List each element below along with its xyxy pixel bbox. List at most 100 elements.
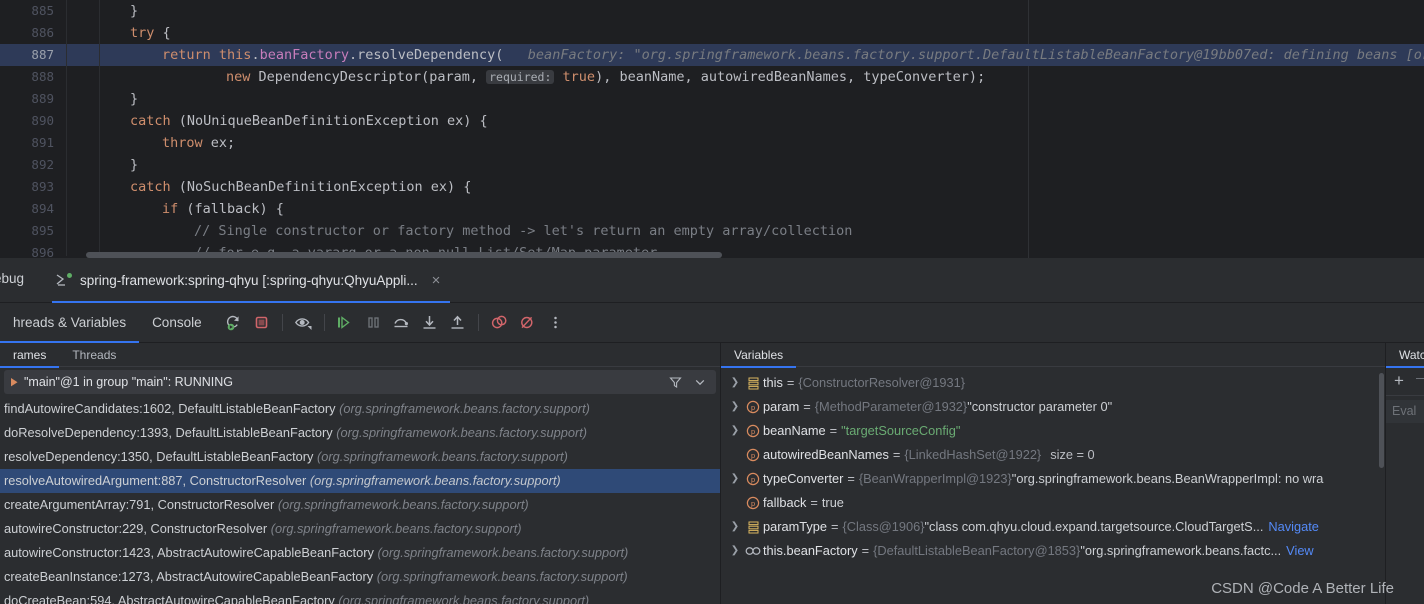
frame-method: resolveAutowiredArgument:887, Constructo… [4,473,310,488]
variable-row[interactable]: ❯ p param = {MethodParameter@1932} "construc… [721,395,1385,419]
tab-watches[interactable]: Watc [1386,343,1424,368]
expand-arrow-icon[interactable]: ❯ [727,419,743,443]
code-editor[interactable]: 885} 886 try {887 return this.beanFactory.r… [0,0,1424,258]
gutter-separator [66,198,67,220]
variable-action-link[interactable]: Navigate [1268,515,1319,539]
variable-row[interactable]: ❯ p beanName = "targetSourceConfig" [721,419,1385,443]
run-configuration-tab[interactable]: spring-framework:spring-qhyu [:spring-qh… [46,258,452,303]
variable-equals: = [829,423,838,438]
view-breakpoints-red-icon[interactable] [487,310,512,335]
gutter-separator [66,176,67,198]
variable-action-link[interactable]: View [1286,539,1314,563]
variable-row[interactable]: ❯ this.beanFactory = {DefaultListableBeanFa… [721,539,1385,563]
line-number: 896 [31,245,54,258]
code-line[interactable]: 892} [0,154,1424,176]
frame-row[interactable]: findAutowireCandidates:1602, DefaultList… [0,397,720,421]
variable-row[interactable]: ❯ paramType = {Class@1906} "class com.qhyu.… [721,515,1385,539]
frame-method: autowireConstructor:229, ConstructorReso… [4,521,271,536]
step-out-icon[interactable] [445,310,470,335]
expand-arrow-icon[interactable]: ❯ [727,395,743,419]
frame-row[interactable]: createBeanInstance:1273, AbstractAutowir… [0,565,720,589]
remove-watch-button[interactable] [1416,378,1424,379]
gutter-separator [99,44,100,66]
frame-package: (org.springframework.beans.factory.suppo… [270,521,522,536]
add-watch-button[interactable]: + [1394,371,1404,391]
variable-equals: = [861,543,870,558]
tab-threads-and-variables[interactable]: hreads & Variables [0,303,140,343]
gutter-separator [66,132,67,154]
code-token: } [130,157,139,173]
variable-reference: {MethodParameter@1932} [814,399,968,414]
code-line[interactable]: 886 try { [0,22,1424,44]
code-line[interactable]: 890 catch (NoUniqueBeanDefinitionExceptio… [0,110,1424,132]
tab-frames[interactable]: rames [0,343,60,368]
gutter-separator [99,198,100,220]
code-text: catch (NoUniqueBeanDefinitionException e… [130,110,488,132]
frame-row[interactable]: doResolveDependency:1393, DefaultListabl… [0,421,720,445]
frame-method: doResolveDependency:1393, DefaultListabl… [4,425,337,440]
frame-row[interactable]: createArgumentArray:791, ConstructorReso… [0,493,720,517]
thread-selector[interactable]: "main"@1 in group "main": RUNNING [4,370,716,394]
run-config-title: spring-framework:spring-qhyu [:spring-qh… [80,273,418,288]
tab-variables[interactable]: Variables [721,343,797,368]
code-line[interactable]: 889} [0,88,1424,110]
chevron-down-icon[interactable] [694,376,706,388]
frame-package: (org.springframework.beans.factory.suppo… [317,449,568,464]
variable-name: autowiredBeanNames [763,447,889,462]
code-line[interactable]: 885} [0,0,1424,22]
frame-row[interactable]: autowireConstructor:1423, AbstractAutowi… [0,541,720,565]
stop-icon[interactable] [249,310,274,335]
code-line[interactable]: 891 throw ex; [0,132,1424,154]
frames-list[interactable]: findAutowireCandidates:1602, DefaultList… [0,397,720,604]
code-line[interactable]: 894 if (fallback) { [0,198,1424,220]
line-number: 888 [31,69,54,84]
expand-arrow-icon[interactable]: ❯ [727,515,743,539]
frame-row[interactable]: autowireConstructor:229, ConstructorReso… [0,517,720,541]
tab-threads[interactable]: Threads [59,343,129,367]
resume-program-icon[interactable] [333,310,358,335]
variable-equals: = [810,495,818,510]
variables-list[interactable]: ❯ this = {ConstructorResolver@1931} ❯ p param… [721,371,1385,563]
step-over-icon[interactable] [389,310,414,335]
toolbar-separator [477,314,479,331]
code-token: beanFactory: [503,47,634,63]
chain-icon [743,546,763,556]
gutter-separator [66,88,67,110]
parameter-icon: p [743,496,763,510]
mute-breakpoints-icon[interactable] [515,310,540,335]
variable-equals: = [831,519,839,534]
expand-arrow-icon[interactable]: ❯ [727,371,743,395]
filter-icon[interactable] [669,376,682,389]
frame-row[interactable]: resolveDependency:1350, DefaultListableB… [0,445,720,469]
parameter-icon: p [743,400,763,414]
variable-row[interactable]: p autowiredBeanNames = {LinkedHashSet@1922}… [721,443,1385,467]
field-icon [743,521,763,534]
step-into-icon[interactable] [417,310,442,335]
watermark: CSDN @Code A Better Life [1211,580,1394,597]
code-text: if (fallback) { [162,198,284,220]
pause-program-icon[interactable] [361,310,386,335]
variable-row[interactable]: ❯ this = {ConstructorResolver@1931} [721,371,1385,395]
tab-console[interactable]: Console [139,303,215,343]
view-breakpoints-icon[interactable] [291,310,316,335]
expand-arrow-icon[interactable]: ❯ [727,539,743,563]
tool-window-label[interactable]: ebug [0,271,24,286]
code-token: { [154,25,171,41]
variable-row[interactable]: p fallback = true [721,491,1385,515]
variable-reference: {LinkedHashSet@1922} [904,447,1042,462]
frame-row[interactable]: resolveAutowiredArgument:887, Constructo… [0,469,720,493]
more-options-icon[interactable] [543,310,568,335]
rerun-icon[interactable] [221,310,246,335]
expand-arrow-icon[interactable]: ❯ [727,467,743,491]
evaluate-expression-input[interactable]: Eval [1386,400,1424,423]
variable-row[interactable]: ❯ p typeConverter = {BeanWrapperImpl@1923} "… [721,467,1385,491]
code-line[interactable]: 888 new DependencyDescriptor(param, requi… [0,66,1424,88]
close-icon[interactable]: × [432,272,441,289]
variables-vertical-scrollbar[interactable] [1379,373,1384,468]
code-token: DependencyDescriptor(param, [250,69,487,85]
variables-pane: Variables ❯ this = {ConstructorResolver@193… [720,343,1385,604]
code-line[interactable]: 895 // Single constructor or factory meth… [0,220,1424,242]
code-line[interactable]: 887 return this.beanFactory.resolveDepend… [0,44,1424,66]
frame-row[interactable]: doCreateBean:594, AbstractAutowireCapabl… [0,589,720,604]
code-line[interactable]: 893 catch (NoSuchBeanDefinitionException … [0,176,1424,198]
